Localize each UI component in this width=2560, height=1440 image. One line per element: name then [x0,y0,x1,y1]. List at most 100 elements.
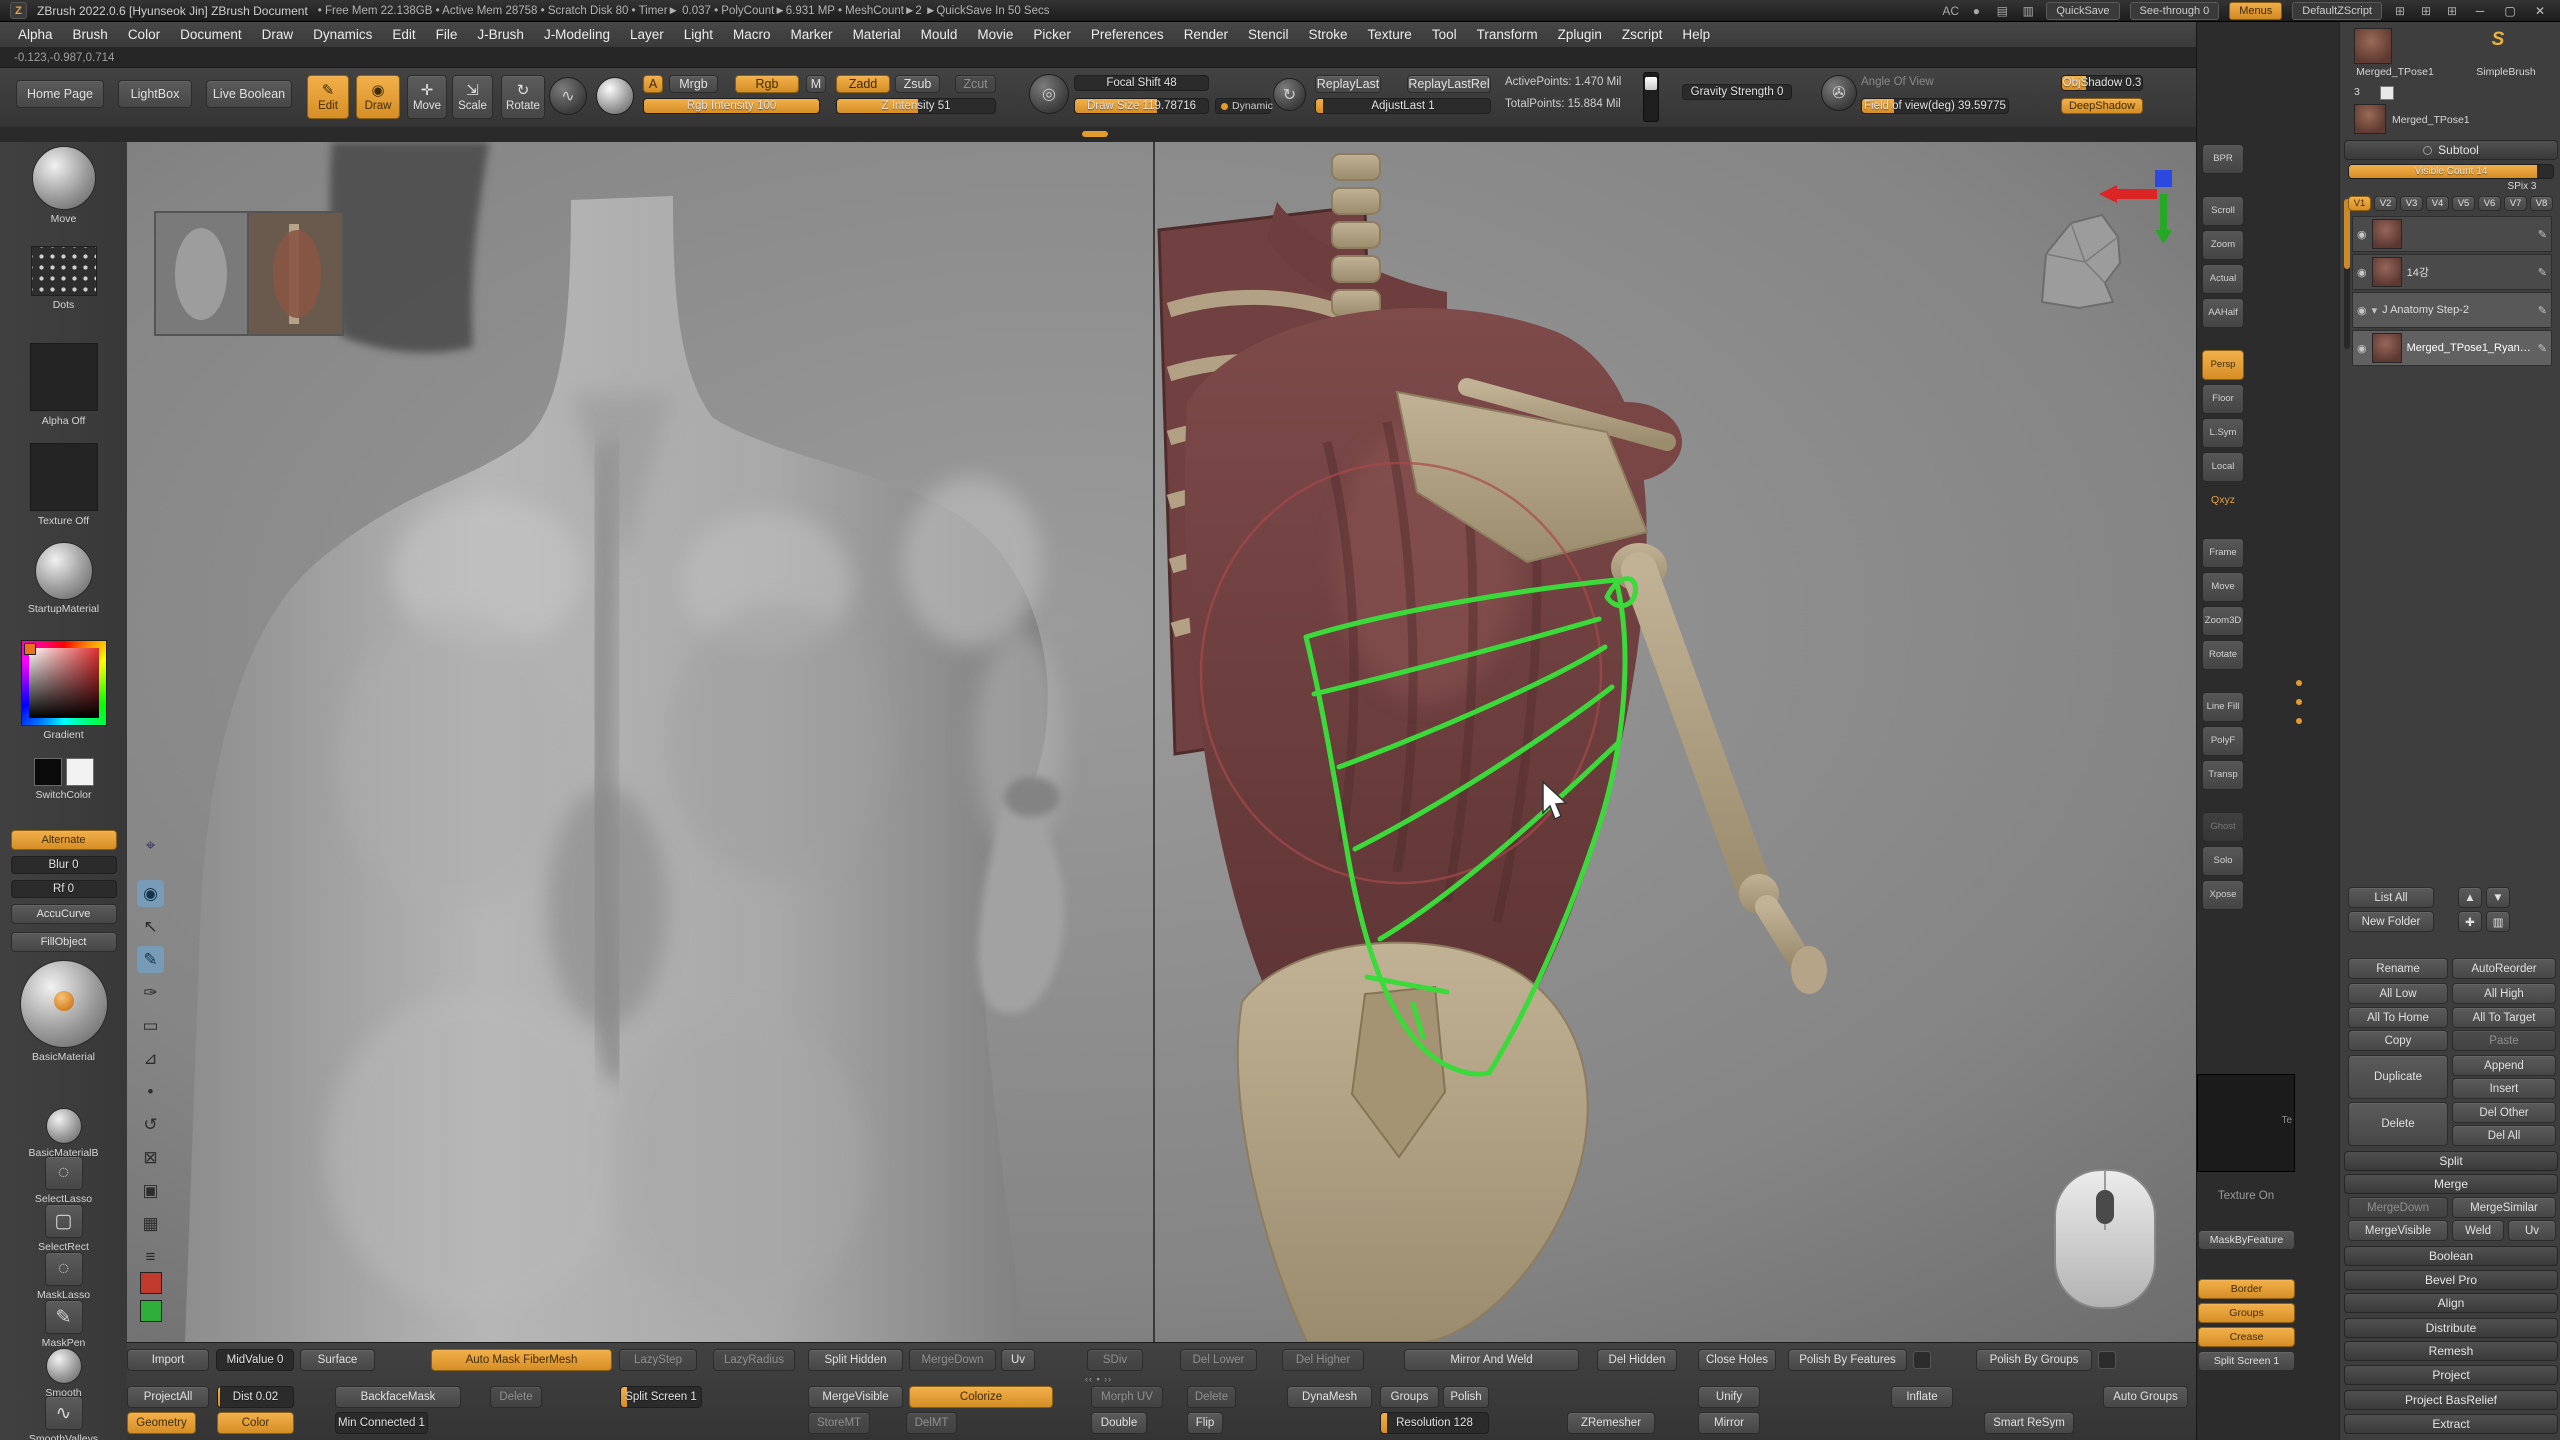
masklasso-icon[interactable]: ◌ [45,1252,83,1286]
align-section-header[interactable]: Align [2344,1293,2558,1313]
new-folder-button[interactable]: New Folder [2348,911,2434,932]
menu-item-texture[interactable]: Texture [1358,27,1422,42]
projectall-button[interactable]: ProjectAll [127,1386,209,1408]
smooth-thumbnail[interactable] [46,1348,82,1384]
version-v1-button[interactable]: V1 [2348,196,2371,211]
menu-item-picker[interactable]: Picker [1023,27,1081,42]
menu-item-j-modeling[interactable]: J-Modeling [534,27,620,42]
scale-button[interactable]: ⇲Scale [452,75,493,119]
all-high-button[interactable]: All High [2452,983,2556,1004]
simplebrush-icon[interactable]: S [2486,28,2510,52]
left-shelf-item-texture-off[interactable]: Texture Off [0,442,127,527]
subtool-scrollbar[interactable] [2344,199,2350,349]
ruler-icon[interactable]: ⊿ [137,1045,164,1072]
groups-button[interactable]: Groups [1380,1386,1439,1408]
home-page-button[interactable]: Home Page [16,80,104,108]
left-shelf-item-accucurve[interactable]: AccuCurve [0,904,127,924]
current-tool-thumbnail[interactable] [2354,104,2386,134]
split-section-header[interactable]: Split [2344,1151,2558,1171]
version-v6-button[interactable]: V6 [2478,196,2501,211]
folder-add-icon[interactable]: ✚ [2458,911,2482,932]
uv-button[interactable]: Uv [1001,1349,1035,1371]
menu-item-tool[interactable]: Tool [1422,27,1467,42]
eraser-icon[interactable]: ▭ [137,1012,164,1039]
menu-item-marker[interactable]: Marker [781,27,843,42]
menu-item-material[interactable]: Material [843,27,911,42]
color-button[interactable]: Color [217,1412,294,1434]
all-to-home-button[interactable]: All To Home [2348,1007,2448,1028]
maximize-button[interactable]: ▢ [2500,4,2520,18]
menu-item-alpha[interactable]: Alpha [8,27,63,42]
menu-item-macro[interactable]: Macro [723,27,781,42]
trash-icon[interactable]: ⊠ [137,1144,164,1171]
menu-item-document[interactable]: Document [170,27,252,42]
layout-grid-icon-2[interactable]: ⊞ [2418,4,2434,18]
paste-button[interactable]: Paste [2452,1030,2556,1051]
version-v3-button[interactable]: V3 [2400,196,2423,211]
boolean-section-header[interactable]: Boolean [2344,1246,2558,1266]
pen-icon[interactable]: ✎ [137,946,164,973]
sdiv-stepper[interactable]: ‹‹ ▪ ›› [1085,1374,1112,1384]
uv-button[interactable]: Uv [2508,1220,2556,1241]
eye-icon[interactable]: ◉ [2357,342,2367,355]
deepshadow-button[interactable]: DeepShadow [2061,98,2143,114]
resolution-128-slider[interactable]: Resolution 128 [1380,1412,1489,1434]
green-swatch[interactable] [140,1300,162,1322]
eye-icon[interactable]: ◉ [2357,228,2367,241]
eye-icon[interactable]: ◉ [2357,304,2367,317]
project-basrelief-section-header[interactable]: Project BasRelief [2344,1390,2558,1410]
edit-button[interactable]: ✎Edit [307,75,349,119]
move-down-button[interactable]: ▼ [2486,887,2510,908]
del-lower-button[interactable]: Del Lower [1180,1349,1257,1371]
polish-mode-toggle[interactable] [1913,1351,1931,1369]
brush-edit-icon[interactable]: ✎ [2538,266,2547,279]
menu-item-preferences[interactable]: Preferences [1081,27,1174,42]
eye-icon[interactable]: ◉ [137,880,164,907]
dynamic-toggle[interactable]: Dynamic [1215,98,1271,114]
delmt-button[interactable]: DelMT [906,1412,957,1434]
dynamesh-button[interactable]: DynaMesh [1287,1386,1372,1408]
border-button[interactable]: Border [2198,1279,2295,1299]
m-button[interactable]: M [806,75,826,93]
menu-item-stencil[interactable]: Stencil [1238,27,1299,42]
menu-item-dynamics[interactable]: Dynamics [303,27,382,42]
red-swatch[interactable] [140,1272,162,1294]
geometry-button[interactable]: Geometry [127,1412,196,1434]
surface-button[interactable]: Surface [300,1349,375,1371]
all-low-button[interactable]: All Low [2348,983,2448,1004]
menu-item-stroke[interactable]: Stroke [1299,27,1358,42]
left-shelf-item-masklasso[interactable]: ◌MaskLasso [0,1252,127,1301]
rgb-intensity-100-slider[interactable]: Rgb Intensity 100 [643,98,820,114]
menu-item-zscript[interactable]: Zscript [1612,27,1673,42]
menu-item-edit[interactable]: Edit [382,27,425,42]
eye-icon[interactable]: ◉ [2357,266,2367,279]
rf-0-slider[interactable]: Rf 0 [11,880,117,898]
mergevisible-button[interactable]: MergeVisible [2348,1220,2448,1241]
selectrect-icon[interactable]: ▢ [45,1204,83,1238]
corner-preview-thumbnails[interactable] [155,212,343,335]
document-canvas[interactable]: ⌖◉↖✎✑▭⊿•↺⊠▣▦≡ [127,142,2196,1342]
replay-icon[interactable]: ↻ [1273,78,1306,111]
stroke-dots-thumbnail[interactable] [31,246,97,296]
see-through-slider[interactable]: See-through 0 [2130,2,2220,20]
delete-button[interactable]: Delete [2348,1102,2448,1146]
storemt-button[interactable]: StoreMT [808,1412,870,1434]
version-v5-button[interactable]: V5 [2452,196,2475,211]
zcut-button[interactable]: Zcut [955,75,996,93]
bevel-pro-section-header[interactable]: Bevel Pro [2344,1270,2558,1290]
menu-item-layer[interactable]: Layer [620,27,674,42]
left-shelf-item-maskpen[interactable]: ✎MaskPen [0,1300,127,1349]
z-intensity-51-slider[interactable]: Z Intensity 51 [836,98,996,114]
gravity-strength-0-slider[interactable]: Gravity Strength 0 [1682,84,1792,100]
layout-grid-icon-3[interactable]: ⊞ [2444,4,2460,18]
menu-item-draw[interactable]: Draw [252,27,304,42]
split-screen-slider[interactable]: Split Screen 1 [2198,1351,2295,1371]
replaylast-button[interactable]: ReplayLast [1315,75,1381,93]
gravity-direction-gauge[interactable] [1643,72,1659,122]
layers-icon[interactable]: ≡ [137,1243,164,1270]
split-screen-1-slider[interactable]: Split Screen 1 [620,1386,702,1408]
polish-by-groups-button[interactable]: Polish By Groups [1976,1349,2092,1371]
panel-left-icon[interactable]: ▤ [1994,4,2010,18]
tool-count-icon[interactable] [2380,86,2394,100]
undo-icon[interactable]: ↺ [137,1111,164,1138]
